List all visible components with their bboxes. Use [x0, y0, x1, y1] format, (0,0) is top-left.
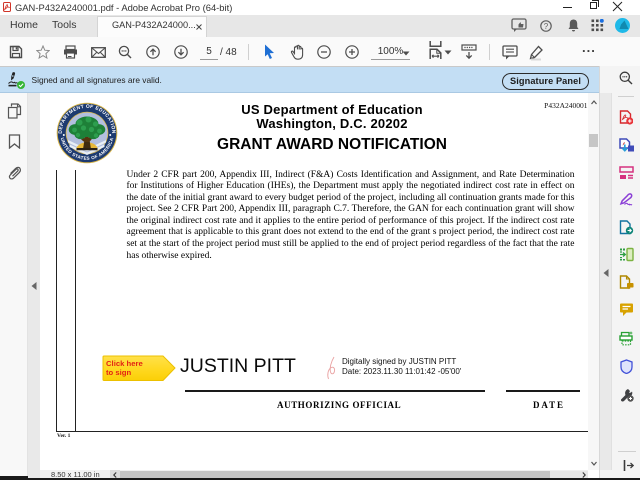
svg-text:?: ?	[544, 21, 549, 30]
